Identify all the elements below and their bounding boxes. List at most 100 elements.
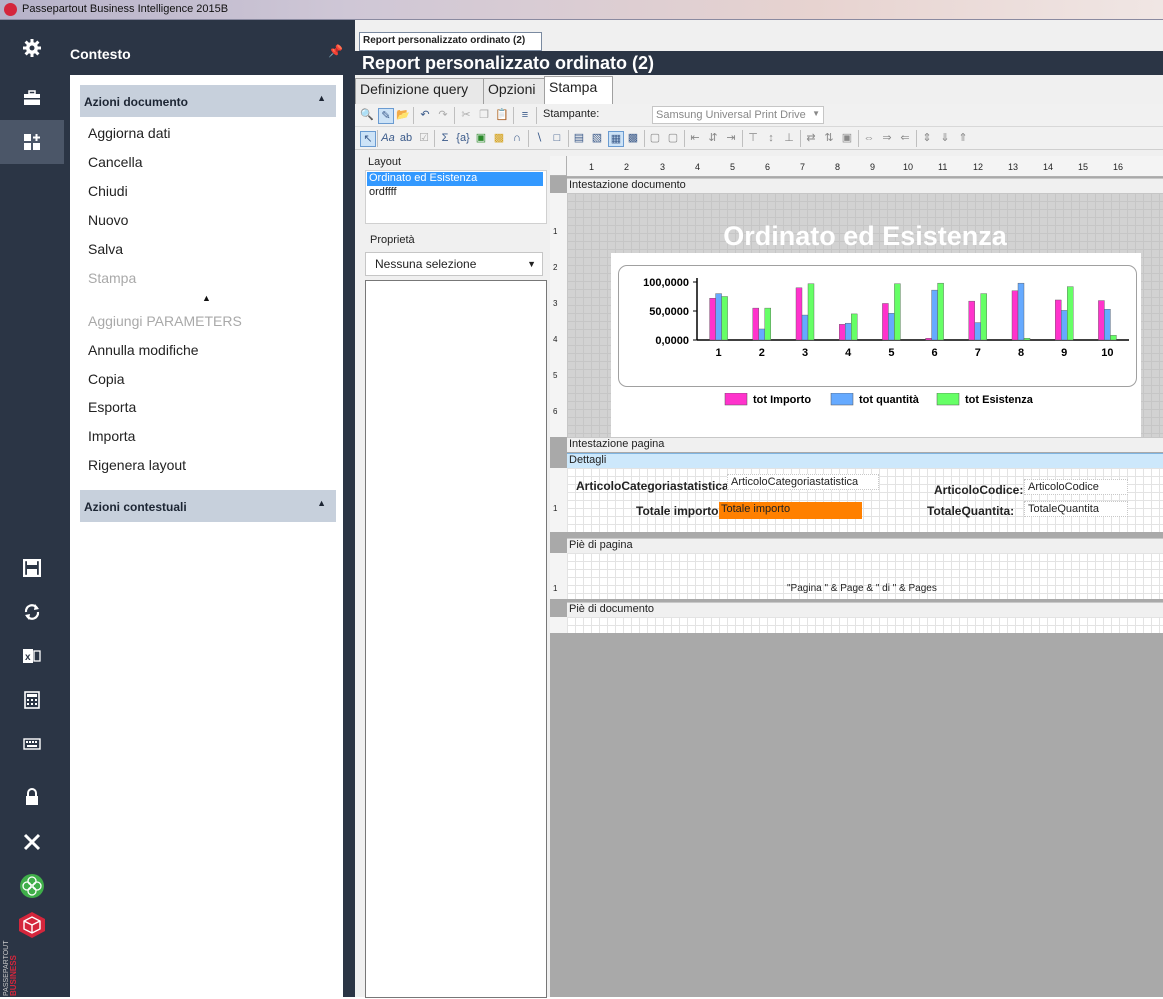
report-properties-icon[interactable]: ≡ — [518, 108, 532, 122]
band-page-footer[interactable]: "Pagina " & Page & " di " & Pages — [567, 553, 1163, 599]
align-top-icon[interactable]: ⊤ — [746, 131, 760, 145]
close-button[interactable] — [0, 820, 64, 864]
vruler-mark: 1 — [553, 227, 558, 236]
menu-copia[interactable]: Copia — [88, 371, 125, 387]
redo-icon[interactable]: ↷ — [436, 108, 450, 122]
align-center-icon[interactable]: ⇵ — [706, 131, 720, 145]
design-mode-icon[interactable]: ✎ — [378, 108, 394, 124]
same-size-icon[interactable]: ▣ — [840, 131, 854, 145]
band-header-page[interactable]: Intestazione pagina — [567, 437, 1163, 452]
line-tool-icon[interactable]: ∖ — [532, 131, 546, 145]
excel-export-button[interactable]: x — [0, 634, 64, 678]
dashboard-add-button[interactable] — [0, 120, 64, 164]
vspace-equal-icon[interactable]: ⇕ — [920, 131, 934, 145]
layout-item[interactable]: ordffff — [367, 186, 543, 200]
hspace-equal-icon[interactable]: ⇔ — [862, 131, 876, 145]
align-middle-icon[interactable]: ↕ — [764, 131, 778, 145]
menu-salva[interactable]: Salva — [88, 241, 123, 257]
briefcase-button[interactable] — [0, 76, 64, 120]
menu-cancella[interactable]: Cancella — [88, 154, 142, 170]
label-tool-icon[interactable]: Aa — [381, 131, 395, 145]
undo-icon[interactable]: ↶ — [418, 108, 432, 122]
image-tool-icon[interactable]: ▣ — [474, 131, 488, 145]
copy-icon[interactable]: ❐ — [477, 108, 491, 122]
flower-logo-button[interactable] — [0, 864, 64, 908]
hspace-decrease-icon[interactable]: ⇐ — [898, 131, 912, 145]
bring-front-icon[interactable]: ▢ — [648, 131, 662, 145]
calculator-button[interactable] — [0, 678, 64, 722]
paste-icon[interactable]: 📋 — [495, 108, 509, 122]
band-details[interactable]: ArticoloCategoriastatistica ArticoloCate… — [567, 468, 1163, 532]
send-back-icon[interactable]: ▢ — [666, 131, 680, 145]
pin-icon[interactable]: 📌 — [328, 44, 343, 58]
field-value-categoria[interactable]: ArticoloCategoriastatistica — [727, 474, 879, 490]
menu-annulla-modifiche[interactable]: Annulla modifiche — [88, 342, 199, 358]
field-value-totale-quantita[interactable]: TotaleQuantita — [1024, 501, 1128, 517]
field-label-categoria[interactable]: ArticoloCategoriastatistica — [576, 479, 729, 493]
tab-definizione-query[interactable]: Definizione query — [355, 78, 489, 106]
report-title[interactable]: Ordinato ed Esistenza — [567, 221, 1163, 252]
menu-aggiorna-dati[interactable]: Aggiorna dati — [88, 125, 171, 141]
refresh-button[interactable] — [0, 590, 64, 634]
group-azioni-contestuali[interactable]: Azioni contestuali ▲ — [80, 490, 336, 522]
tab-opzioni[interactable]: Opzioni — [483, 78, 551, 106]
save-button[interactable] — [0, 546, 64, 590]
open-folder-icon[interactable]: 📂 — [396, 108, 410, 122]
barcode-tool-icon[interactable]: ▧ — [590, 131, 604, 145]
field-value-totale-importo[interactable]: Totale importo — [719, 502, 862, 519]
same-height-icon[interactable]: ⇅ — [822, 131, 836, 145]
menu-rigenera-layout[interactable]: Rigenera layout — [88, 457, 186, 473]
menu-esporta[interactable]: Esporta — [88, 399, 136, 415]
group-azioni-documento[interactable]: Azioni documento ▲ — [80, 85, 336, 117]
vspace-increase-icon[interactable]: ⇓ — [938, 131, 952, 145]
band-header-document-footer[interactable]: Piè di documento — [567, 602, 1163, 617]
scroll-up-icon[interactable]: ▲ — [202, 293, 211, 303]
field-label-totale-importo[interactable]: Totale importo: — [636, 504, 722, 518]
band-header-document[interactable]: Intestazione documento — [567, 178, 1163, 193]
menu-chiudi[interactable]: Chiudi — [88, 183, 128, 199]
band-header-details[interactable]: Dettagli — [567, 453, 1163, 468]
textbox-tool-icon[interactable]: ab — [399, 131, 413, 145]
field-value-codice[interactable]: ArticoloCodice — [1024, 479, 1128, 495]
align-left-icon[interactable]: ⇤ — [688, 131, 702, 145]
chart-object[interactable]: 100,0000 50,0000 0,0000 1 2 3 4 5 6 7 8 9 10 tot Imp… — [611, 253, 1141, 443]
rectangle-tool-icon[interactable]: □ — [550, 131, 564, 145]
grid-toggle-icon[interactable]: ▦ — [608, 131, 624, 147]
layout-list[interactable]: Ordinato ed Esistenza ordffff — [365, 170, 547, 224]
printer-select[interactable]: Samsung Universal Print Drive ▼ — [652, 106, 824, 124]
field-label-codice[interactable]: ArticoloCodice: — [934, 483, 1023, 497]
menu-importa[interactable]: Importa — [88, 428, 135, 444]
band-header-page-footer[interactable]: Piè di pagina — [567, 538, 1163, 553]
cut-icon[interactable]: ✂ — [459, 108, 473, 122]
snap-grid-icon[interactable]: ▩ — [626, 131, 640, 145]
collapse-icon[interactable]: ▲ — [317, 498, 326, 508]
document-tab[interactable]: Report personalizzato ordinato (2) — [359, 32, 542, 51]
vspace-decrease-icon[interactable]: ⇑ — [956, 131, 970, 145]
layout-item-selected[interactable]: Ordinato ed Esistenza — [367, 172, 543, 186]
panel-splitter[interactable] — [347, 20, 355, 997]
sum-tool-icon[interactable]: Σ — [438, 131, 452, 145]
settings-button[interactable] — [0, 26, 64, 70]
same-width-icon[interactable]: ⇄ — [804, 131, 818, 145]
band-document-footer[interactable] — [567, 617, 1163, 633]
collapse-icon[interactable]: ▲ — [317, 93, 326, 103]
print-preview-icon[interactable]: 🔍 — [360, 108, 374, 122]
field-tool-icon[interactable]: {a} — [456, 131, 470, 145]
field-label-totale-quantita[interactable]: TotaleQuantita: — [927, 504, 1014, 518]
checkbox-tool-icon[interactable]: ☑ — [417, 131, 431, 145]
tab-stampa[interactable]: Stampa — [544, 76, 613, 107]
properties-object-select[interactable]: Nessuna selezione ▼ — [365, 252, 543, 276]
chart-tool-icon[interactable]: ▩ — [492, 131, 506, 145]
lock-button[interactable] — [0, 775, 64, 819]
keyboard-button[interactable] — [0, 722, 64, 766]
properties-grid[interactable] — [365, 280, 547, 998]
subreport-tool-icon[interactable]: ▤ — [572, 131, 586, 145]
field-page-number[interactable]: "Pagina " & Page & " di " & Pages — [787, 583, 937, 594]
align-right-icon[interactable]: ⇥ — [724, 131, 738, 145]
band-document-header[interactable]: Ordinato ed Esistenza 100,0000 50,0000 0,0… — [567, 193, 1163, 443]
menu-nuovo[interactable]: Nuovo — [88, 212, 128, 228]
gauge-tool-icon[interactable]: ∩ — [510, 131, 524, 145]
align-bottom-icon[interactable]: ⊥ — [782, 131, 796, 145]
pointer-icon[interactable]: ↖ — [360, 131, 376, 147]
hspace-increase-icon[interactable]: ⇒ — [880, 131, 894, 145]
